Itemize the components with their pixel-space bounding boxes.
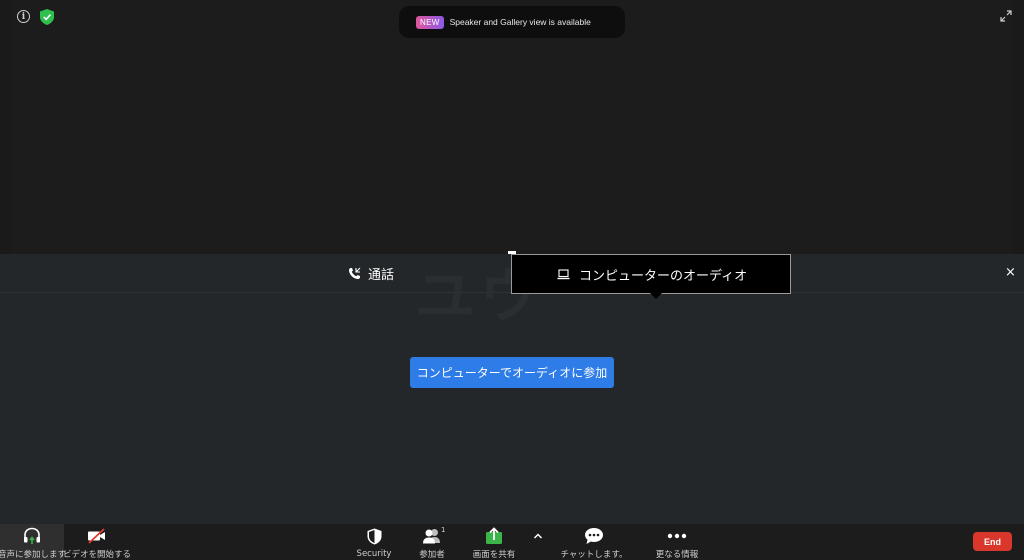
share-screen-button[interactable]: 画面を共有 [466, 524, 522, 560]
info-icon[interactable]: i [17, 10, 30, 23]
caret-up-icon [533, 533, 543, 539]
join-audio-button[interactable]: 音声に参加します [0, 524, 67, 560]
expand-icon[interactable] [1000, 10, 1012, 22]
phone-icon [349, 267, 361, 279]
participants-button[interactable]: 1 参加者 [410, 524, 454, 560]
share-screen-icon [486, 526, 502, 544]
laptop-icon [557, 268, 570, 279]
tab-phone-call[interactable]: 通話 [348, 264, 394, 283]
audio-tabs: ユウ 通話 コンピューターのオーディオ × [0, 251, 1024, 332]
start-video-button[interactable]: ビデオを開始する [63, 524, 132, 560]
more-icon [667, 533, 687, 538]
security-shield-icon [367, 528, 381, 544]
more-label: 更なる情報 [655, 550, 699, 560]
participants-count: 1 [441, 526, 446, 534]
video-off-icon [88, 527, 105, 544]
video-frame [12, 0, 1012, 254]
meeting-toolbar: 音声に参加します ビデオを開始する Security 1 参加者 画面を共有 チ… [0, 524, 1024, 560]
meeting-window: i NEW Speaker and Gallery view is availa… [0, 0, 1024, 560]
join-computer-audio-button[interactable]: コンピューターでオーディオに参加 [410, 357, 614, 388]
tab-computer-label: コンピューターのオーディオ [579, 268, 748, 284]
security-label: Security [356, 549, 392, 559]
share-options-caret[interactable] [530, 524, 546, 560]
participants-label: 参加者 [419, 550, 445, 560]
tab-phone-label: 通話 [368, 268, 395, 283]
new-badge: NEW [416, 15, 444, 29]
close-icon[interactable]: × [1005, 265, 1016, 280]
shield-icon[interactable] [40, 9, 54, 25]
tab-computer-audio[interactable]: コンピューターのオーディオ [511, 254, 791, 299]
chat-button[interactable]: チャットします。 [556, 524, 632, 560]
chat-label: チャットします。 [560, 550, 628, 560]
join-audio-label: 音声に参加します [0, 550, 67, 560]
start-video-label: ビデオを開始する [63, 550, 132, 560]
security-button[interactable]: Security [352, 524, 396, 560]
headphone-icon [24, 527, 40, 544]
video-area: i NEW Speaker and Gallery view is availa… [0, 0, 1024, 254]
banner-text: Speaker and Gallery view is available [449, 17, 591, 27]
feature-banner[interactable]: NEW Speaker and Gallery view is availabl… [399, 6, 625, 38]
chat-icon [585, 527, 603, 544]
audio-join-panel: ユウ 通話 コンピューターのオーディオ × コンピューターでオーディオに参加 [0, 251, 1024, 524]
share-screen-label: 画面を共有 [472, 550, 516, 560]
more-button[interactable]: 更なる情報 [648, 524, 706, 560]
participants-icon [423, 528, 440, 543]
end-meeting-button[interactable]: End [973, 532, 1012, 551]
